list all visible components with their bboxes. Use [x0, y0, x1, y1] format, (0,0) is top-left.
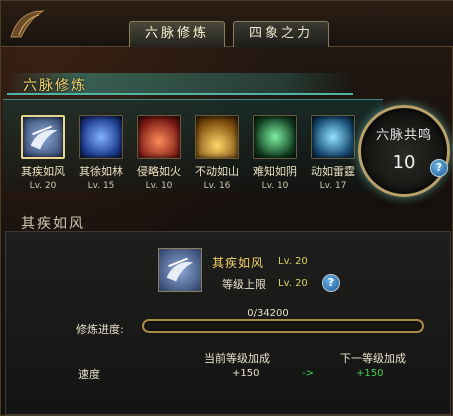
arrow-icon: ->	[302, 368, 314, 379]
skill-item-mountain[interactable]: 不动如山 Lv. 16	[189, 115, 245, 191]
next-bonus-value: +150	[356, 368, 384, 379]
skill-name: 其徐如林	[79, 165, 123, 178]
skill-name: 其疾如风	[21, 165, 65, 178]
banner-title: 六脉修炼	[23, 78, 87, 94]
help-icon[interactable]: ?	[430, 159, 448, 177]
training-progress-bar	[142, 319, 424, 333]
level-limit-value: Lv. 20	[278, 278, 308, 289]
skill-item-wind[interactable]: 其疾如风 Lv. 20	[15, 115, 71, 191]
ornament-icon	[10, 10, 45, 38]
level-limit-label: 等级上限	[222, 278, 266, 291]
progress-label: 修炼进度:	[76, 323, 124, 336]
skill-list: 其疾如风 Lv. 20 其徐如林 Lv. 15 侵略如火 Lv. 10 不动如山…	[15, 115, 355, 201]
mountain-aura-icon	[195, 115, 239, 159]
stat-label: 速度	[78, 368, 100, 381]
skill-item-thunder[interactable]: 动如雷霆 Lv. 17	[305, 115, 361, 191]
section-title: 其疾如风	[21, 216, 85, 232]
next-bonus-header: 下一等级加成	[340, 352, 406, 365]
skill-name: 动如雷霆	[311, 165, 355, 178]
skill-level: Lv. 10	[261, 181, 289, 191]
skill-name: 侵略如火	[137, 165, 181, 178]
skill-level: Lv. 10	[145, 181, 173, 191]
red-flame-icon	[137, 115, 181, 159]
skill-level: Lv. 16	[203, 181, 231, 191]
wind-swirl-icon	[158, 248, 202, 292]
current-bonus-value: +150	[232, 368, 260, 379]
wind-swirl-icon	[21, 115, 65, 159]
resonance-orb: 六脉共鸣 10	[358, 105, 450, 197]
detail-skill-level: Lv. 20	[278, 256, 308, 267]
thunder-armor-icon	[311, 115, 355, 159]
skill-level: Lv. 17	[319, 181, 347, 191]
detail-skill-name: 其疾如风	[212, 256, 265, 270]
green-shadow-icon	[253, 115, 297, 159]
orb-title: 六脉共鸣	[375, 128, 432, 143]
tab-six-meridian-training[interactable]: 六脉修炼	[129, 21, 225, 47]
help-icon[interactable]: ?	[322, 274, 340, 292]
tab-four-symbols-power[interactable]: 四象之力	[233, 21, 329, 47]
skill-name: 不动如山	[195, 165, 239, 178]
skill-item-forest[interactable]: 其徐如林 Lv. 15	[73, 115, 129, 191]
skill-detail-panel: 其疾如风 Lv. 20 等级上限 Lv. 20 ? 0/34200 修炼进度: …	[5, 231, 451, 415]
training-panel: 六脉修炼 其疾如风 Lv. 20 其徐如林 Lv. 15 侵略如火 Lv. 10	[1, 59, 453, 209]
six-meridian-window: 六脉修炼 四象之力 六脉修炼 其疾如风 Lv. 20 其徐如林 Lv. 15 侵…	[0, 0, 453, 416]
progress-text: 0/34200	[247, 308, 289, 319]
current-bonus-header: 当前等级加成	[204, 352, 270, 365]
skill-name: 难知如阴	[253, 165, 297, 178]
skill-level: Lv. 20	[29, 181, 57, 191]
skill-level: Lv. 15	[87, 181, 115, 191]
blue-lotus-icon	[79, 115, 123, 159]
skill-item-shadow[interactable]: 难知如阴 Lv. 10	[247, 115, 303, 191]
window-header: 六脉修炼 四象之力	[1, 1, 453, 47]
skill-item-fire[interactable]: 侵略如火 Lv. 10	[131, 115, 187, 191]
